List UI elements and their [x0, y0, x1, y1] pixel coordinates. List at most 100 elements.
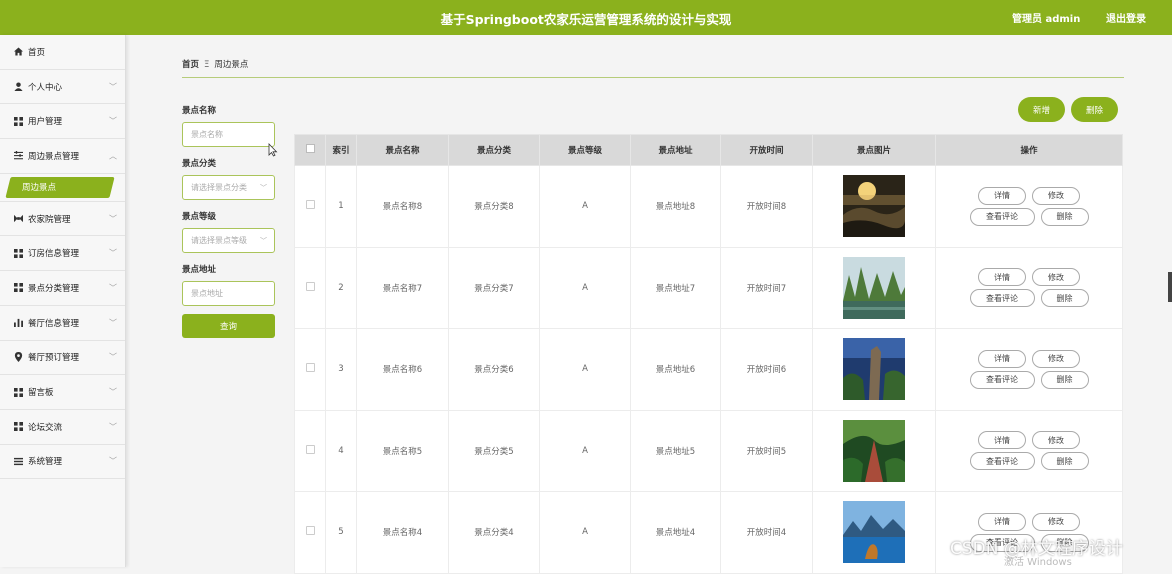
column-header: 操作 [935, 134, 1123, 166]
row-delete-button[interactable]: 删除 [1040, 370, 1089, 389]
bar-chart-icon [14, 318, 23, 328]
column-header: 开放时间 [720, 134, 813, 166]
chevron-down-icon: ﹀ [260, 183, 267, 192]
cell-level: A [539, 409, 631, 492]
detail-button[interactable]: 详情 [978, 349, 1026, 368]
view-comments-button[interactable]: 查看评论 [969, 289, 1035, 308]
name-placeholder: 景点名称 [191, 130, 223, 139]
cell-index: 2 [325, 246, 357, 329]
attraction-image [843, 501, 905, 564]
row-actions: 详情 修改 查看评论 删除 [936, 431, 1122, 471]
attraction-image [843, 338, 905, 401]
cell-category: 景点分类7 [448, 246, 540, 329]
row-delete-button[interactable]: 删除 [1040, 452, 1089, 471]
sidebar-item-attractions[interactable]: 周边景点管理 ︿ [0, 139, 125, 174]
name-input[interactable]: 景点名称 [182, 122, 275, 147]
cell-level: A [539, 165, 631, 248]
cell-time: 开放时间7 [720, 246, 813, 329]
chevron-down-icon: ﹀ [109, 422, 117, 432]
sidebar-subitem-attractions[interactable]: 周边景点 [0, 174, 125, 202]
app-title: 基于Springboot农家乐运营管理系统的设计与实现 [440, 12, 732, 27]
row-delete-button[interactable]: 删除 [1040, 289, 1089, 308]
category-placeholder: 请选择景点分类 [191, 183, 247, 192]
row-checkbox[interactable] [305, 526, 315, 536]
row-checkbox[interactable] [305, 444, 315, 454]
sidebar-item-farmhouse[interactable]: 农家院管理 ﹀ [0, 202, 125, 237]
detail-button[interactable]: 详情 [978, 431, 1026, 450]
edit-button[interactable]: 修改 [1032, 431, 1080, 450]
home-icon [14, 47, 23, 56]
sidebar-item-forum[interactable]: 论坛交流 ﹀ [0, 410, 125, 445]
sidebar-item-users[interactable]: 用户管理 ﹀ [0, 104, 125, 140]
view-comments-button[interactable]: 查看评论 [969, 370, 1035, 389]
chevron-down-icon: ﹀ [109, 456, 117, 466]
cell-index: 5 [325, 491, 357, 574]
scrollbar-handle[interactable] [1168, 272, 1172, 302]
cell-category: 景点分类6 [448, 328, 540, 411]
person-icon [14, 82, 23, 92]
row-checkbox[interactable] [305, 281, 315, 291]
detail-button[interactable]: 详情 [978, 512, 1026, 531]
level-select[interactable]: 请选择景点等级 ﹀ [182, 228, 275, 253]
row-actions: 详情 修改 查看评论 删除 [936, 186, 1122, 226]
sidebar-item-label: 留言板 [28, 388, 54, 399]
row-checkbox[interactable] [305, 200, 315, 210]
view-comments-button[interactable]: 查看评论 [969, 207, 1035, 226]
chevron-down-icon: ﹀ [109, 318, 117, 328]
address-input[interactable]: 景点地址 [182, 281, 275, 306]
cell-name: 景点名称7 [356, 246, 449, 329]
cell-name: 景点名称8 [356, 165, 449, 248]
table-row: 3 景点名称6 景点分类6 A 景点地址6 开放时间6 详情 修改 查看评论 删除 [294, 328, 1123, 411]
sidebar-item-label: 首页 [28, 47, 46, 58]
select-all-cell[interactable] [294, 134, 326, 166]
sidebar-item-guestbook[interactable]: 留言板 ﹀ [0, 375, 125, 410]
sidebar-item-booking[interactable]: 订房信息管理 ﹀ [0, 236, 125, 272]
cell-address: 景点地址7 [630, 246, 721, 329]
sidebar-subitem-label: 周边景点 [22, 183, 57, 194]
chevron-down-icon: ﹀ [109, 82, 117, 92]
sidebar: 首页 个人中心 ﹀ 用户管理 ﹀ 周边景点管理 ︿ 周边景点 农家院管理 ﹀ 订… [0, 35, 126, 567]
edit-button[interactable]: 修改 [1032, 268, 1080, 287]
cell-index: 4 [325, 409, 357, 492]
sidebar-item-label: 餐厅信息管理 [28, 318, 80, 329]
query-button[interactable]: 查询 [182, 314, 275, 338]
column-header: 景点等级 [539, 134, 631, 166]
sidebar-item-reservation[interactable]: 餐厅预订管理 ﹀ [0, 341, 125, 376]
category-select[interactable]: 请选择景点分类 ﹀ [182, 175, 275, 200]
chevron-down-icon: ﹀ [109, 116, 117, 126]
cell-time: 开放时间5 [720, 409, 813, 492]
attraction-image [843, 256, 905, 319]
breadcrumb-home[interactable]: 首页 [182, 60, 199, 70]
address-label: 景点地址 [182, 265, 217, 275]
sidebar-item-profile[interactable]: 个人中心 ﹀ [0, 70, 125, 105]
sidebar-item-restaurant[interactable]: 餐厅信息管理 ﹀ [0, 306, 125, 341]
grid-icon [14, 116, 23, 126]
delete-button[interactable]: 删除 [1071, 97, 1118, 122]
breadcrumb-separator: Ξ [204, 60, 210, 70]
attraction-image [843, 175, 905, 238]
sidebar-item-home[interactable]: 首页 [0, 35, 125, 70]
view-comments-button[interactable]: 查看评论 [969, 452, 1035, 471]
detail-button[interactable]: 详情 [978, 186, 1026, 205]
table-row: 4 景点名称5 景点分类5 A 景点地址5 开放时间5 详情 修改 查看评论 删除 [294, 409, 1123, 492]
row-delete-button[interactable]: 删除 [1040, 207, 1089, 226]
top-bar: 基于Springboot农家乐运营管理系统的设计与实现 管理员 admin 退出… [0, 0, 1172, 35]
edit-button[interactable]: 修改 [1032, 349, 1080, 368]
chevron-down-icon: ﹀ [109, 248, 117, 258]
select-all-checkbox[interactable] [305, 144, 315, 153]
edit-button[interactable]: 修改 [1032, 186, 1080, 205]
sidebar-item-system[interactable]: 系统管理 ﹀ [0, 445, 125, 480]
sidebar-item-categories[interactable]: 景点分类管理 ﹀ [0, 271, 125, 306]
add-button[interactable]: 新增 [1018, 97, 1065, 122]
cell-address: 景点地址8 [630, 165, 721, 248]
pin-icon [14, 352, 23, 363]
edit-button[interactable]: 修改 [1032, 512, 1080, 531]
sidebar-item-label: 餐厅预订管理 [28, 353, 80, 364]
sidebar-item-label: 农家院管理 [28, 214, 71, 225]
breadcrumb: 首页 Ξ 周边景点 [182, 58, 248, 70]
row-checkbox[interactable] [305, 363, 315, 373]
logout-link[interactable]: 退出登录 [1106, 10, 1146, 25]
sidebar-item-label: 个人中心 [28, 82, 63, 93]
grid-icon [14, 387, 23, 397]
detail-button[interactable]: 详情 [978, 268, 1026, 287]
